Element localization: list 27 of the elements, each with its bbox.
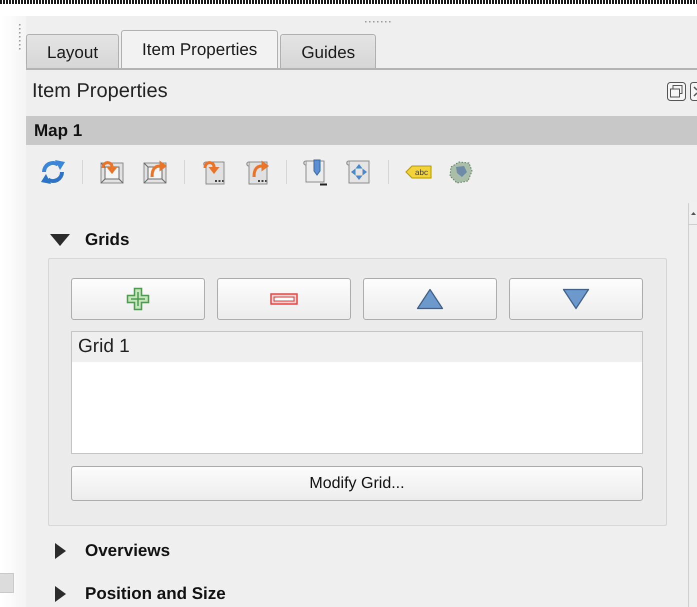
plus-icon (126, 287, 150, 311)
scrollbar[interactable] (688, 203, 697, 607)
section-toggle[interactable]: Grids (48, 228, 130, 252)
refresh-icon[interactable] (39, 158, 67, 186)
tab[interactable]: Item Properties (121, 30, 278, 68)
section-toggle[interactable]: Position and Size (48, 582, 226, 606)
float-icon[interactable] (667, 82, 686, 100)
minus-icon (270, 293, 298, 305)
tab[interactable]: Guides (280, 34, 376, 68)
page-pin-icon[interactable] (302, 158, 330, 186)
triangle-down-icon (562, 288, 590, 310)
grid-list[interactable]: Grid 1 (71, 331, 643, 454)
scroll-up-icon[interactable] (690, 212, 696, 215)
remove-button[interactable] (217, 278, 351, 320)
list-item[interactable]: Grid 1 (72, 332, 642, 362)
modify-button[interactable]: Modify Grid... (71, 466, 643, 501)
move-down-button[interactable] (509, 278, 643, 320)
item-header: Map 1 (26, 116, 697, 145)
add-button[interactable] (71, 278, 205, 320)
frame-down-arrow-icon[interactable] (98, 158, 126, 186)
section-toggle[interactable]: Overviews (48, 539, 170, 563)
tab[interactable]: Layout (26, 34, 120, 68)
close-icon[interactable] (690, 82, 697, 100)
panel-title: Item Properties (32, 80, 168, 102)
move-up-button[interactable] (363, 278, 497, 320)
frame-right-arrow-icon[interactable] (141, 158, 169, 186)
triangle-up-icon (416, 288, 444, 310)
